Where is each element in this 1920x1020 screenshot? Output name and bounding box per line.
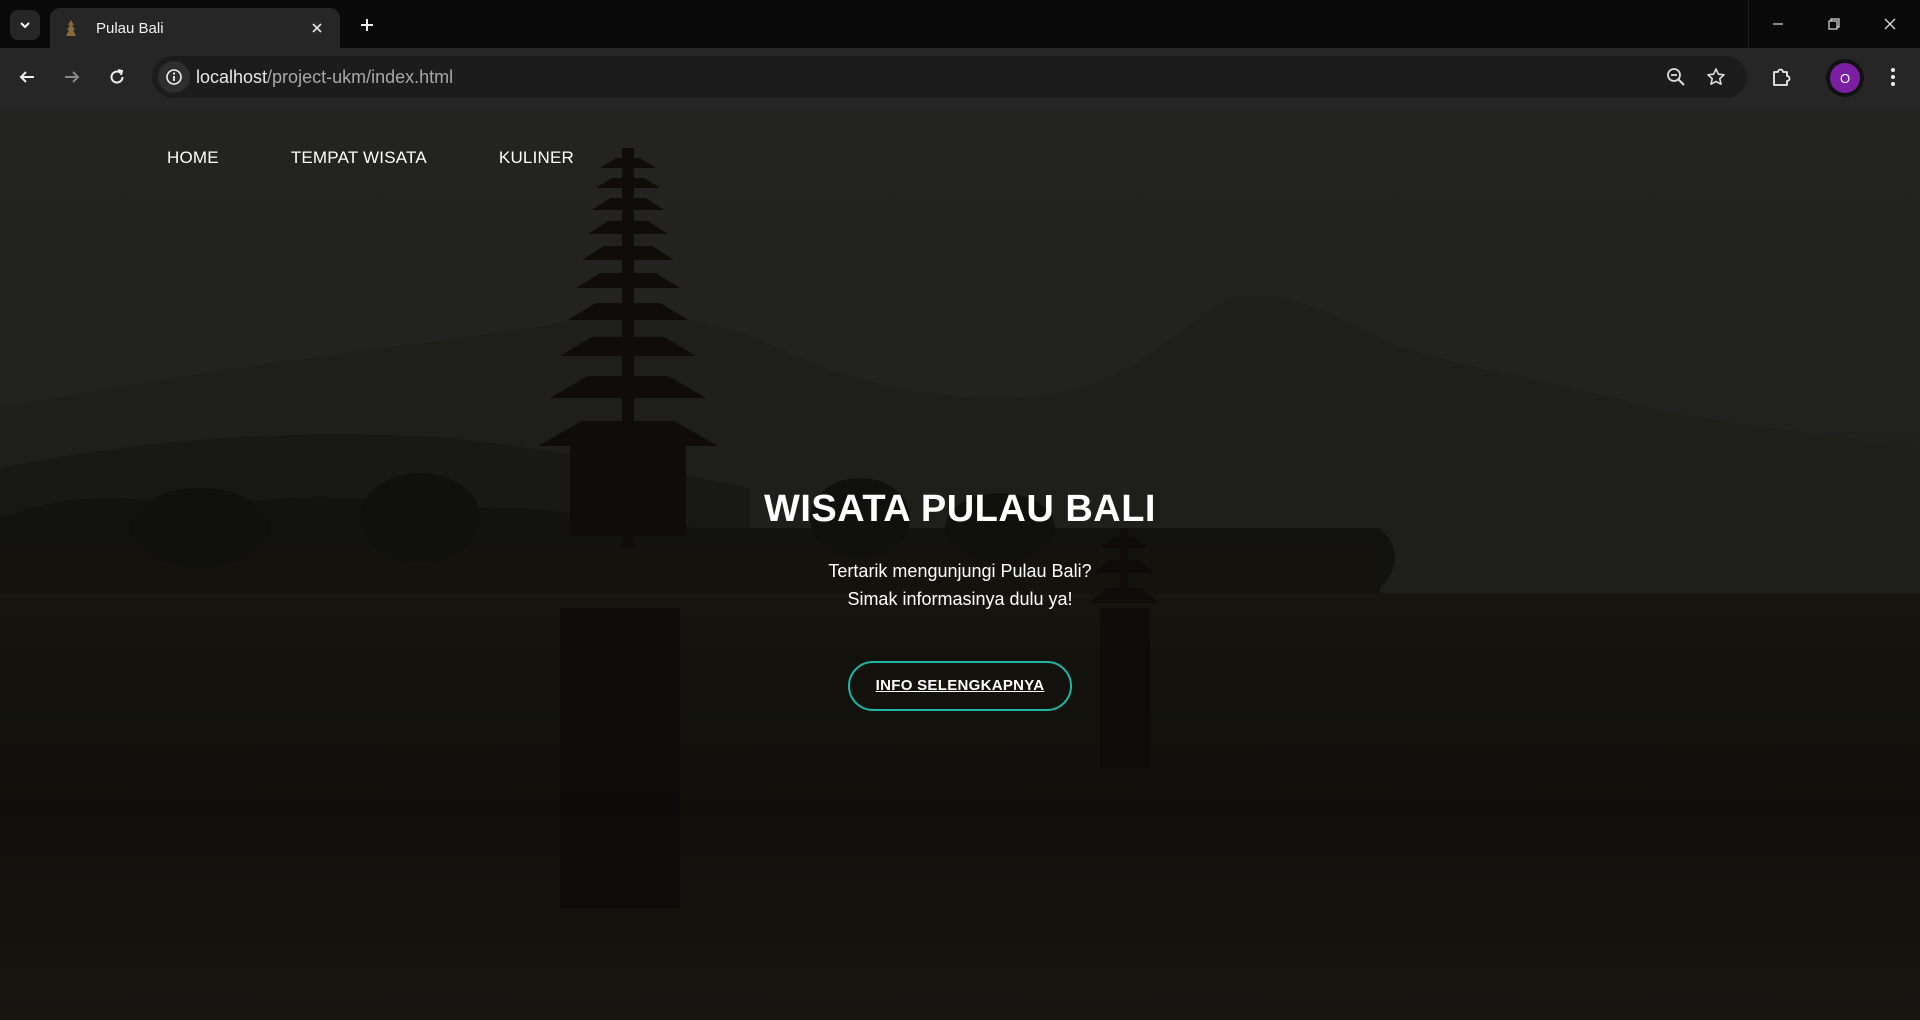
minimize-button[interactable] bbox=[1750, 0, 1806, 48]
chevron-down-icon bbox=[20, 22, 30, 29]
info-selengkapnya-button[interactable]: INFO SELENGKAPNYA bbox=[848, 661, 1072, 711]
hero-section: WISATA PULAU BALI Tertarik mengunjungi P… bbox=[0, 488, 1920, 711]
tab-search-button[interactable] bbox=[10, 10, 40, 40]
tab-close-button[interactable] bbox=[306, 17, 328, 39]
nav-link-tempat-wisata[interactable]: TEMPAT WISATA bbox=[291, 148, 427, 168]
profile-avatar[interactable]: O bbox=[1830, 63, 1860, 93]
restore-button[interactable] bbox=[1806, 0, 1862, 48]
nav-link-kuliner[interactable]: KULINER bbox=[499, 148, 574, 168]
main-nav: HOME TEMPAT WISATA KULINER bbox=[167, 148, 646, 168]
reload-icon bbox=[110, 69, 124, 84]
browser-menu-button[interactable] bbox=[1876, 60, 1910, 94]
hero-tagline: Tertarik mengunjungi Pulau Bali? Simak i… bbox=[0, 557, 1920, 613]
url-host: localhost bbox=[196, 67, 268, 87]
url-path: /project-ukm/index.html bbox=[267, 67, 454, 87]
minimize-icon bbox=[1773, 23, 1783, 25]
arrow-right-icon bbox=[65, 71, 80, 83]
forward-button[interactable] bbox=[55, 60, 89, 94]
puzzle-icon bbox=[1773, 68, 1791, 86]
url-text: localhost/project-ukm/index.html bbox=[196, 67, 453, 88]
site-info-button[interactable] bbox=[158, 61, 190, 93]
extensions-button[interactable] bbox=[1764, 60, 1798, 94]
nav-link-home[interactable]: HOME bbox=[167, 148, 219, 168]
hero-title: WISATA PULAU BALI bbox=[764, 488, 1156, 530]
address-bar[interactable]: localhost/project-ukm/index.html bbox=[152, 56, 1747, 98]
browser-tab-bar: Pulau Bali bbox=[0, 0, 1920, 50]
hero-tagline-line-1: Tertarik mengunjungi Pulau Bali? bbox=[828, 561, 1092, 581]
plus-icon bbox=[361, 19, 373, 31]
browser-tab[interactable]: Pulau Bali bbox=[50, 8, 340, 48]
new-tab-button[interactable] bbox=[352, 10, 382, 40]
browser-toolbar: localhost/project-ukm/index.html O bbox=[0, 48, 1920, 108]
temple-favicon-icon bbox=[62, 19, 80, 37]
info-icon bbox=[166, 69, 182, 85]
zoom-out-icon bbox=[1667, 68, 1685, 86]
kebab-menu-icon bbox=[1891, 68, 1895, 86]
bookmark-button[interactable] bbox=[1702, 63, 1730, 91]
close-icon bbox=[312, 23, 322, 33]
hero-tagline-line-2: Simak informasinya dulu ya! bbox=[847, 589, 1073, 609]
restore-icon bbox=[1828, 18, 1840, 30]
window-controls-divider bbox=[1748, 0, 1749, 48]
back-button[interactable] bbox=[10, 60, 44, 94]
close-window-button[interactable] bbox=[1862, 0, 1918, 48]
star-icon bbox=[1707, 68, 1725, 85]
arrow-left-icon bbox=[19, 71, 34, 83]
close-icon bbox=[1884, 18, 1896, 30]
zoom-button[interactable] bbox=[1662, 63, 1690, 91]
reload-button[interactable] bbox=[100, 60, 134, 94]
tab-title: Pulau Bali bbox=[96, 19, 164, 37]
web-page: HOME TEMPAT WISATA KULINER WISATA PULAU … bbox=[0, 108, 1920, 1020]
